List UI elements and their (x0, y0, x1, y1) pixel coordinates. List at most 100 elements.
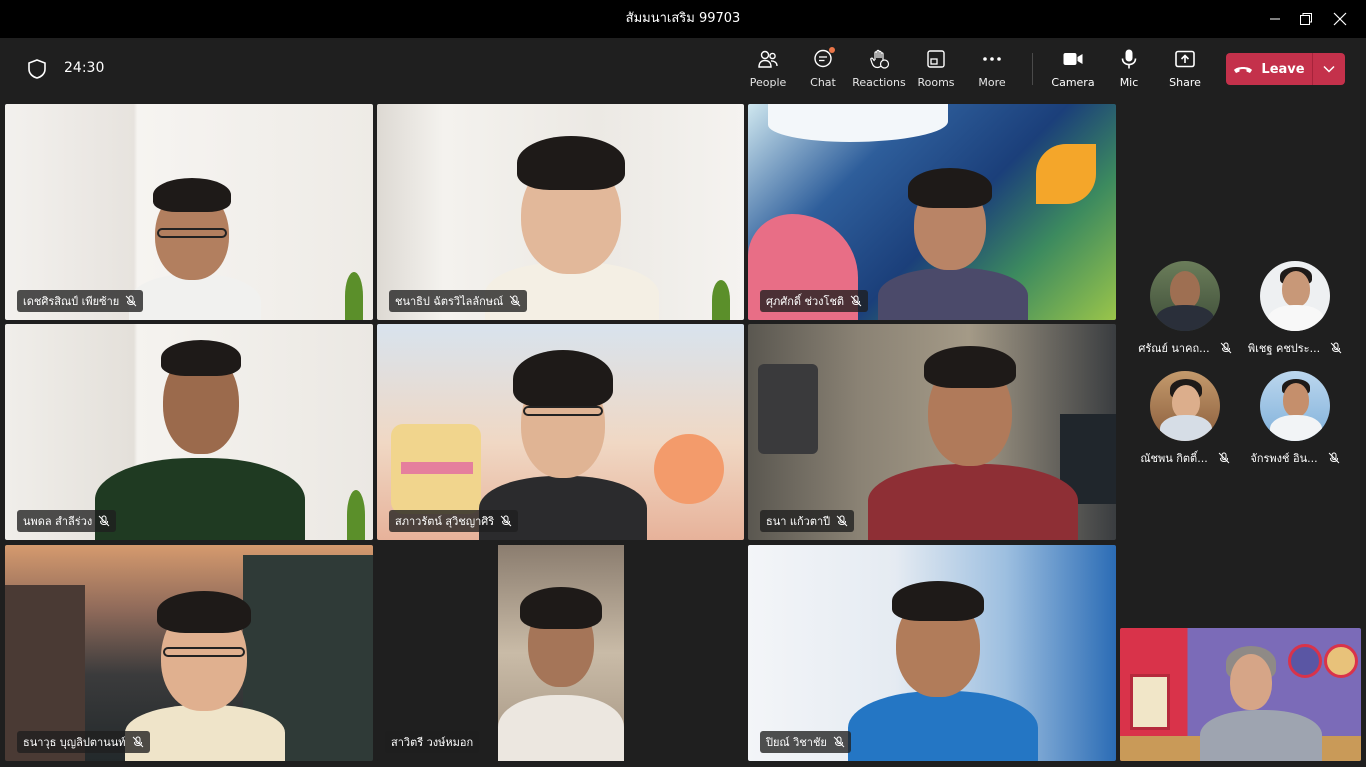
share-icon (1175, 50, 1195, 68)
mic-label: Mic (1119, 76, 1139, 89)
video-tile[interactable]: สาวิตรี วงษ์หมอก (377, 545, 744, 761)
minimize-icon (1270, 18, 1280, 20)
participant-video (498, 585, 624, 761)
people-label: People (749, 76, 787, 89)
participant-name: ธนา แก้วตาปี (766, 515, 831, 528)
camera-label: Camera (1051, 76, 1095, 89)
participant-name-badge: ชนาธิป ฉัตรวิไลลักษณ์ (389, 290, 528, 312)
video-tile[interactable]: ศุภศักดิ์ ช่วงโชติ (748, 104, 1116, 320)
background-circle (1324, 644, 1358, 678)
mic-icon (1121, 49, 1137, 69)
video-tile[interactable]: นพดล สำลีร่วง (5, 324, 373, 540)
participant-name: จักรพงช์ อิน... (1250, 452, 1318, 465)
participant-name: สภาวรัตน์ สุวิชญาศิริ (395, 515, 495, 528)
background-lollipop (654, 434, 724, 504)
mic-off-icon (833, 736, 845, 748)
self-view-video[interactable] (1120, 628, 1361, 761)
participant-name: สาวิตรี วงษ์หมอก (391, 736, 474, 749)
participant-video (125, 589, 285, 761)
participant-name: ศรัณย์ นาคถ... (1138, 342, 1210, 355)
camera-icon (1063, 53, 1083, 65)
video-tile[interactable]: สภาวรัตน์ สุวิชญาศิริ (377, 324, 744, 540)
camera-button[interactable]: Camera (1045, 48, 1101, 94)
mic-off-icon (1218, 452, 1230, 464)
people-button[interactable]: People (740, 48, 796, 94)
people-icon (758, 50, 778, 68)
rooms-button[interactable]: Rooms (908, 48, 964, 94)
video-tile[interactable]: เดชศิรสิณป์ เพียซ้าย (5, 104, 373, 320)
sidebar-participant-name-row: จักรพงช์ อิน... (1240, 449, 1350, 467)
plant-decoration (347, 490, 365, 540)
mic-off-icon (509, 295, 521, 307)
toolbar-divider (1032, 53, 1033, 85)
participant-name: ณัชพน กิตติ์... (1140, 452, 1208, 465)
video-tile[interactable]: ธนาวุธ บุญลิปตานนท์ (5, 545, 373, 761)
more-label: More (978, 76, 1006, 89)
chevron-down-icon (1323, 65, 1335, 73)
leave-button-group: Leave (1226, 53, 1345, 85)
sidebar-participant[interactable]: ศรัณย์ นาคถ... (1130, 261, 1240, 357)
mic-off-icon (836, 515, 848, 527)
mic-off-icon (850, 295, 862, 307)
sidebar-participant[interactable]: ณัชพน กิตติ์... (1130, 371, 1240, 467)
participant-video (878, 164, 1028, 320)
meeting-timer: 24:30 (64, 60, 105, 76)
participant-name: ธนาวุธ บุญลิปตานนท์ (23, 736, 126, 749)
participant-name: ปิยณ์ วิชาชัย (766, 736, 827, 749)
mic-off-icon (132, 736, 143, 748)
participant-name: เดชศิรสิณป์ เพียซ้าย (23, 295, 120, 308)
sidebar-participant-name-row: พิเชฐ คชประ... (1240, 339, 1350, 357)
mic-off-icon (500, 515, 512, 527)
sidebar-participant[interactable]: พิเชฐ คชประ... (1240, 261, 1350, 357)
sidebar-participant[interactable]: จักรพงช์ อิน... (1240, 371, 1350, 467)
video-tile[interactable]: ชนาธิป ฉัตรวิไลลักษณ์ (377, 104, 744, 320)
avatar (1260, 261, 1330, 331)
participant-video (848, 579, 1038, 761)
plant-decoration (345, 272, 363, 320)
mic-off-icon (98, 515, 110, 527)
reactions-label: Reactions (852, 76, 906, 89)
chat-label: Chat (810, 76, 836, 89)
mic-off-icon (125, 295, 137, 307)
more-button[interactable]: More (964, 48, 1020, 94)
video-tile[interactable]: ปิยณ์ วิชาชัย (748, 545, 1116, 761)
participant-name-badge: นพดล สำลีร่วง (17, 510, 117, 532)
video-tile[interactable]: ธนา แก้วตาปี (748, 324, 1116, 540)
participant-name-badge: ศุภศักดิ์ ช่วงโชติ (760, 290, 869, 312)
leave-label: Leave (1261, 61, 1305, 77)
mic-button[interactable]: Mic (1101, 48, 1157, 94)
background-cake-stripe (401, 462, 473, 474)
participant-name-badge: ปิยณ์ วิชาชัย (760, 731, 851, 753)
chat-button[interactable]: Chat (795, 47, 851, 94)
more-icon (983, 57, 1001, 61)
mic-off-icon (1328, 452, 1339, 464)
share-label: Share (1169, 76, 1201, 89)
background-frame (1130, 674, 1170, 730)
security-shield-icon[interactable] (26, 58, 48, 84)
avatar (1260, 371, 1330, 441)
participant-name-badge: สภาวรัตน์ สุวิชญาศิริ (389, 510, 519, 532)
participant-name: ศุภศักดิ์ ช่วงโชติ (766, 295, 845, 308)
background-bag (758, 364, 818, 454)
sidebar-participant-name-row: ศรัณย์ นาคถ... (1130, 339, 1240, 357)
hang-up-icon (1234, 67, 1253, 73)
participant-video (868, 344, 1078, 540)
reactions-button[interactable]: Reactions (851, 48, 907, 94)
leave-button[interactable]: Leave (1226, 53, 1312, 85)
participant-name: นพดล สำลีร่วง (23, 515, 93, 528)
share-button[interactable]: Share (1157, 48, 1213, 94)
window-title: สัมมนาเสริม 99703 (625, 11, 741, 26)
rooms-label: Rooms (917, 76, 955, 89)
rooms-icon (927, 50, 945, 68)
avatar (1150, 371, 1220, 441)
close-icon (1333, 12, 1347, 26)
participant-name: พิเชฐ คชประ... (1247, 342, 1321, 355)
participant-name-badge: ธนาวุธ บุญลิปตานนท์ (17, 731, 150, 753)
leave-options-button[interactable] (1313, 53, 1345, 85)
close-button[interactable] (1317, 0, 1363, 38)
background-butterfly (1036, 144, 1096, 204)
mic-off-icon (1220, 342, 1231, 354)
participant-video (95, 338, 305, 540)
meeting-toolbar: 24:30 People Chat Reactions Rooms More C… (0, 38, 1366, 100)
participant-video (129, 176, 261, 320)
